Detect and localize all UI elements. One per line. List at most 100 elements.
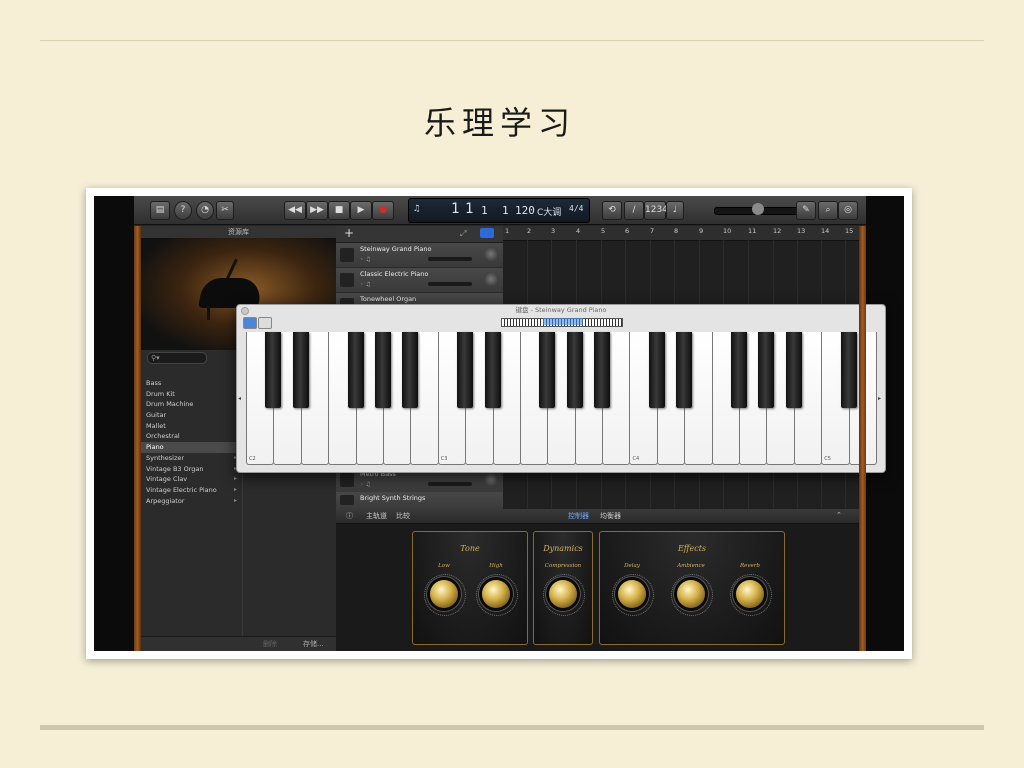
mute-headphone-icons[interactable]: ◦ ♫ xyxy=(360,481,371,488)
black-key[interactable] xyxy=(785,332,802,408)
tab-eq[interactable]: 均衡器 xyxy=(600,511,621,521)
scroll-left-arrow-icon[interactable]: ◂ xyxy=(238,395,241,402)
reverb-knob[interactable] xyxy=(736,580,764,608)
cycle-button[interactable]: ⟲ xyxy=(602,201,622,220)
high-knob[interactable] xyxy=(482,580,510,608)
mute-headphone-icons[interactable]: ◦ ♫ xyxy=(360,256,371,263)
black-key[interactable] xyxy=(292,332,309,408)
library-item[interactable]: Drum Machine xyxy=(141,399,241,410)
low-knob[interactable] xyxy=(430,580,458,608)
black-key[interactable] xyxy=(265,332,282,408)
octave-label: C5 xyxy=(824,456,831,462)
library-category-list: Bass Drum Kit Drum Machine Guitar Mallet… xyxy=(141,378,241,506)
black-key[interactable] xyxy=(539,332,556,408)
fast-forward-button[interactable]: ▶▶ xyxy=(306,201,328,220)
toolbar: ▤ ? ◔ ✂ ◀◀ ▶▶ ■ ▶ ● ♫ 1 1 1 1 120 C大调 4/… xyxy=(134,196,866,225)
black-key[interactable] xyxy=(402,332,419,408)
library-item[interactable]: Drum Kit xyxy=(141,389,241,400)
info-icon[interactable]: ⓘ xyxy=(346,511,353,521)
loop-browser-button[interactable]: ⌕ xyxy=(818,201,838,220)
rewind-button[interactable]: ◀◀ xyxy=(284,201,306,220)
save-button[interactable]: 存储... xyxy=(303,639,324,649)
black-key[interactable] xyxy=(840,332,857,408)
tuner-button[interactable]: / xyxy=(624,201,644,220)
lcd-bar: 1 xyxy=(451,201,460,217)
screenshot-frame: ▤ ? ◔ ✂ ◀◀ ▶▶ ■ ▶ ● ♫ 1 1 1 1 120 C大调 4/… xyxy=(86,188,912,659)
library-header: 资源库 xyxy=(141,226,336,238)
track-volume-slider[interactable] xyxy=(428,282,472,286)
track-row[interactable]: Bright Synth Strings xyxy=(336,492,503,510)
track-filter-button[interactable] xyxy=(480,228,494,238)
play-button[interactable]: ▶ xyxy=(350,201,372,220)
library-item[interactable]: Mallet xyxy=(141,421,241,432)
black-key[interactable] xyxy=(758,332,775,408)
track-row[interactable]: Steinway Grand Piano ◦ ♫ xyxy=(336,243,503,268)
black-key[interactable] xyxy=(594,332,611,408)
black-key[interactable] xyxy=(648,332,665,408)
smart-controls-button[interactable]: ◔ xyxy=(196,201,214,220)
collapse-icon[interactable]: ⌃ xyxy=(836,511,842,519)
keyboard-range-selection[interactable] xyxy=(543,318,583,325)
library-item[interactable]: Vintage Clav ▸ xyxy=(141,474,241,485)
piano-keys[interactable]: C2 C3 C4 C5 xyxy=(246,332,877,465)
compression-knob[interactable] xyxy=(549,580,577,608)
black-key[interactable] xyxy=(347,332,364,408)
master-volume-knob[interactable] xyxy=(752,203,764,215)
help-button[interactable]: ? xyxy=(174,201,192,220)
typing-mode-button[interactable] xyxy=(258,317,272,329)
stop-button[interactable]: ■ xyxy=(328,201,350,220)
black-key[interactable] xyxy=(457,332,474,408)
record-button[interactable]: ● xyxy=(372,201,394,220)
track-volume-slider[interactable] xyxy=(428,482,472,486)
tab-controls[interactable]: 控制器 xyxy=(568,511,589,521)
tracks-head: + ⤢ xyxy=(336,226,503,243)
library-item[interactable]: Vintage B3 Organ▸ xyxy=(141,464,241,475)
keyboard-mode-button[interactable] xyxy=(243,317,257,329)
library-item[interactable]: Synthesizer▸ xyxy=(141,453,241,464)
tab-master-track[interactable]: 主轨道 xyxy=(366,511,387,521)
ruler[interactable]: 1 2 3 4 5 6 7 8 9 10 11 12 13 14 15 xyxy=(503,226,859,241)
track-row[interactable]: Classic Electric Piano ◦ ♫ xyxy=(336,268,503,293)
delete-button[interactable]: 删除 xyxy=(263,639,277,649)
lcd-beat: 1 xyxy=(465,201,474,217)
notepad-button[interactable]: ✎ xyxy=(796,201,816,220)
catch-button[interactable]: ⤢ xyxy=(460,229,466,239)
track-pan-knob[interactable] xyxy=(484,272,498,286)
slide-rule-bottom xyxy=(40,725,984,730)
wood-trim-left xyxy=(134,226,141,651)
media-browser-button[interactable]: ◎ xyxy=(838,201,858,220)
black-key[interactable] xyxy=(484,332,501,408)
library-item[interactable]: Vintage Electric Piano ▸ xyxy=(141,485,241,496)
library-item[interactable]: Bass xyxy=(141,378,241,389)
black-key[interactable] xyxy=(566,332,583,408)
library-item[interactable]: Orchestral xyxy=(141,431,241,442)
black-key[interactable] xyxy=(676,332,693,408)
black-key[interactable] xyxy=(731,332,748,408)
lcd-key: C大调 xyxy=(537,208,562,218)
ambience-knob[interactable] xyxy=(677,580,705,608)
track-pan-knob[interactable] xyxy=(484,247,498,261)
metronome-button[interactable]: ♩ xyxy=(666,201,684,220)
editors-button[interactable]: ✂ xyxy=(216,201,234,220)
add-track-button[interactable]: + xyxy=(344,226,354,240)
library-search-input[interactable]: ⚲▾ xyxy=(147,352,207,364)
black-key[interactable] xyxy=(374,332,391,408)
count-in-button[interactable]: 1234 xyxy=(644,201,668,220)
octave-label: C2 xyxy=(249,456,256,462)
slide-rule-top xyxy=(40,40,984,41)
library-item[interactable]: Guitar xyxy=(141,410,241,421)
lcd-display[interactable]: ♫ 1 1 1 1 120 C大调 4/4 xyxy=(408,198,590,223)
slide-title: 乐理学习 xyxy=(423,104,576,142)
mute-headphone-icons[interactable]: ◦ ♫ xyxy=(360,281,371,288)
scroll-right-arrow-icon[interactable]: ▸ xyxy=(878,395,881,402)
track-pan-knob[interactable] xyxy=(484,472,498,486)
library-button[interactable]: ▤ xyxy=(150,201,170,220)
library-item[interactable]: Arpeggiator ▸ xyxy=(141,496,241,507)
track-volume-slider[interactable] xyxy=(428,257,472,261)
delay-knob[interactable] xyxy=(618,580,646,608)
keyboard-window[interactable]: 键盘 - Steinway Grand Piano ◂ ▸ C2 C3 C4 C5 xyxy=(236,304,886,473)
octave-label: C3 xyxy=(440,456,448,462)
chevron-right-icon: ▸ xyxy=(233,485,237,493)
library-item-selected[interactable]: Piano xyxy=(141,442,241,453)
tab-compare[interactable]: 比较 xyxy=(396,511,410,521)
